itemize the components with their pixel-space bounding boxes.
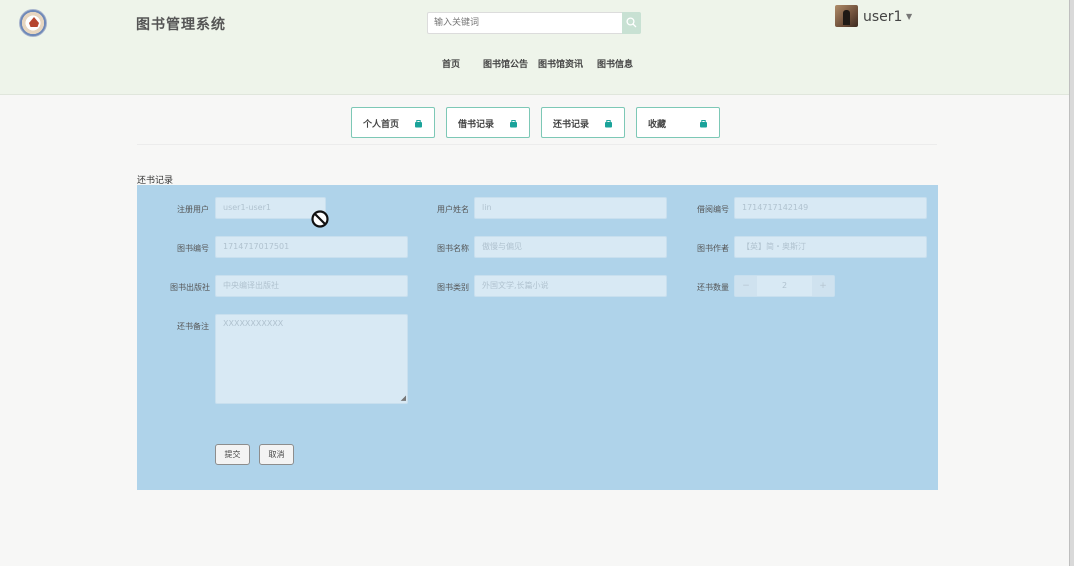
bag-icon — [605, 120, 612, 128]
center-tabs: 个人首页 借书记录 还书记录 收藏 — [0, 107, 1069, 139]
user-avatar[interactable] — [835, 5, 858, 27]
nav-item-home[interactable]: 首页 — [442, 57, 460, 70]
site-header: 图书管理系统 user1 ▼ 首页 图书馆公告 图书馆资讯 图书信息 — [0, 0, 1069, 95]
bag-icon — [700, 120, 707, 128]
return-qty-value[interactable]: 2 — [757, 276, 812, 296]
book-author-field[interactable]: 【英】简・奥斯汀 — [734, 236, 927, 258]
not-allowed-cursor-icon — [311, 210, 329, 228]
tab-return-records[interactable]: 还书记录 — [541, 107, 625, 138]
book-no-field[interactable]: 1714717017501 — [215, 236, 408, 258]
return-qty-label: 还书数量 — [697, 283, 729, 292]
book-name-label: 图书名称 — [437, 244, 469, 253]
site-logo[interactable] — [19, 9, 47, 37]
decrement-button[interactable]: − — [735, 276, 757, 296]
category-field[interactable]: 外国文学,长篇小说 — [474, 275, 667, 297]
nav-item-announcements[interactable]: 图书馆公告 — [483, 57, 528, 70]
tab-personal-home[interactable]: 个人首页 — [351, 107, 435, 138]
borrow-no-label: 借阅编号 — [697, 205, 729, 214]
remark-textarea[interactable]: XXXXXXXXXXX ◢ — [215, 314, 408, 404]
publisher-field[interactable]: 中央编译出版社 — [215, 275, 408, 297]
search-icon — [626, 17, 637, 28]
register-user-label: 注册用户 — [177, 205, 209, 214]
divider — [137, 144, 937, 145]
site-title: 图书管理系统 — [136, 17, 226, 33]
search-input[interactable] — [427, 12, 623, 34]
remark-text: XXXXXXXXXXX — [223, 319, 284, 328]
remark-label: 还书备注 — [177, 322, 209, 331]
register-user-field[interactable]: user1-user1 — [215, 197, 326, 219]
bag-icon — [415, 120, 422, 128]
cancel-button[interactable]: 取消 — [259, 444, 294, 465]
book-author-label: 图书作者 — [697, 244, 729, 253]
bag-icon — [510, 120, 517, 128]
search-button[interactable] — [622, 12, 641, 34]
book-no-label: 图书编号 — [177, 244, 209, 253]
window-scrollbar[interactable] — [1069, 0, 1074, 566]
user-name-label: 用户姓名 — [437, 205, 469, 214]
tab-label: 借书记录 — [458, 120, 495, 130]
tab-label: 收藏 — [648, 120, 667, 130]
chevron-down-icon[interactable]: ▼ — [906, 12, 912, 21]
resize-handle-icon[interactable]: ◢ — [401, 394, 406, 402]
borrow-no-field[interactable]: 1714717142149 — [734, 197, 927, 219]
tab-favorites[interactable]: 收藏 — [636, 107, 720, 138]
tab-borrow-records[interactable]: 借书记录 — [446, 107, 530, 138]
user-name-field[interactable]: lin — [474, 197, 667, 219]
increment-button[interactable]: + — [812, 276, 834, 296]
submit-button[interactable]: 提交 — [215, 444, 250, 465]
return-qty-stepper: − 2 + — [734, 275, 835, 297]
book-name-field[interactable]: 傲慢与偏见 — [474, 236, 667, 258]
category-label: 图书类别 — [437, 283, 469, 292]
tab-label: 还书记录 — [553, 120, 590, 130]
return-record-form: 注册用户 user1-user1 用户姓名 lin 借阅编号 171471714… — [137, 185, 938, 490]
nav-item-books[interactable]: 图书信息 — [597, 57, 633, 70]
tab-label: 个人首页 — [363, 120, 400, 130]
username[interactable]: user1 — [863, 9, 902, 25]
nav-item-news[interactable]: 图书馆资讯 — [538, 57, 583, 70]
publisher-label: 图书出版社 — [170, 283, 210, 292]
main-nav: 首页 图书馆公告 图书馆资讯 图书信息 — [0, 57, 1069, 73]
